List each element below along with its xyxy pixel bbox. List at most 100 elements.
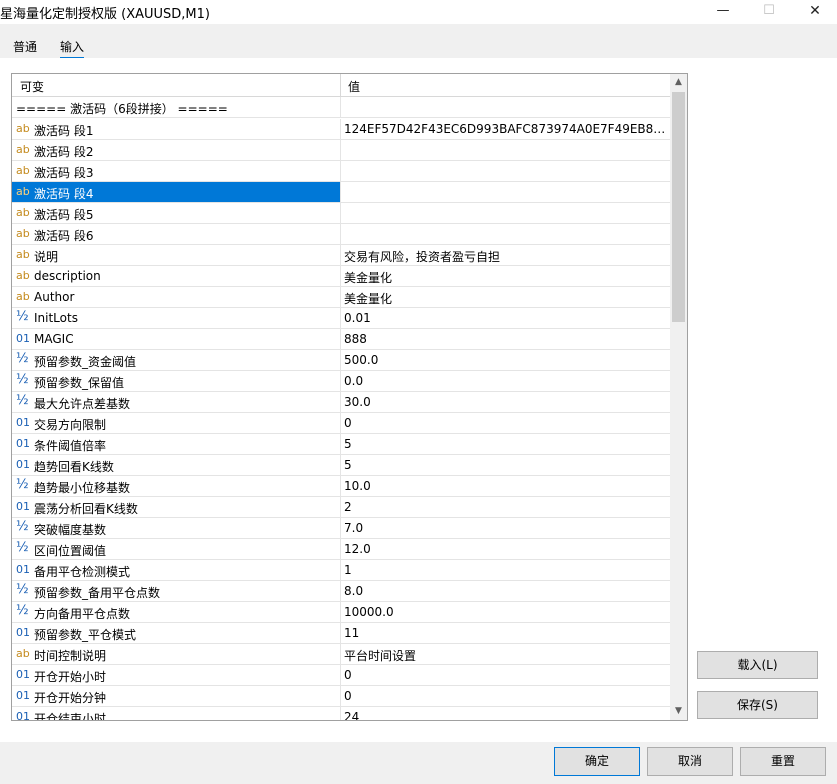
parameter-value[interactable]: 5: [344, 437, 666, 451]
parameter-value[interactable]: 美金量化: [344, 269, 666, 286]
tab-inputs[interactable]: 输入: [60, 38, 85, 59]
parameter-value[interactable]: 5: [344, 458, 666, 472]
integer-type-icon: 01: [16, 668, 30, 681]
parameter-row[interactable]: 01 震荡分析回看K线数 2: [12, 497, 670, 518]
parameter-name: 预留参数_资金阈值: [34, 355, 137, 369]
header-divider[interactable]: [340, 74, 341, 97]
load-button[interactable]: 载入(L): [697, 651, 818, 679]
parameter-row[interactable]: 01 开仓开始分钟 0: [12, 686, 670, 707]
parameter-row[interactable]: 01 备用平仓检测模式 1: [12, 560, 670, 581]
parameter-row[interactable]: ½ 区间位置阈值 12.0: [12, 539, 670, 560]
parameter-row[interactable]: 01 开仓开始小时 0: [12, 665, 670, 686]
close-icon[interactable]: ✕: [792, 0, 837, 24]
column-divider: [340, 350, 341, 371]
parameter-value[interactable]: 0: [344, 416, 666, 430]
parameter-row[interactable]: ab description 美金量化: [12, 266, 670, 287]
parameter-name: 交易方向限制: [34, 418, 107, 432]
parameter-value[interactable]: [341, 182, 670, 202]
parameter-row[interactable]: ab 说明 交易有风险，投资者盈亏自担: [12, 245, 670, 266]
parameter-value[interactable]: 0: [344, 668, 666, 682]
column-divider: [340, 245, 341, 266]
scroll-thumb[interactable]: [672, 92, 685, 322]
integer-type-icon: 01: [16, 332, 30, 345]
double-type-icon: ½: [16, 477, 29, 492]
parameter-value[interactable]: 平台时间设置: [344, 647, 666, 664]
column-divider: [340, 161, 341, 182]
string-type-icon: ab: [16, 269, 30, 282]
header-value[interactable]: 值: [348, 78, 360, 95]
parameter-value[interactable]: 0: [344, 689, 666, 703]
parameter-row[interactable]: ab 激活码 段1 124EF57D42F43EC6D993BAFC873974A0…: [12, 119, 670, 140]
parameter-value[interactable]: 7.0: [344, 521, 666, 535]
parameter-row[interactable]: 01 交易方向限制 0: [12, 413, 670, 434]
minimize-icon[interactable]: —: [700, 0, 746, 24]
parameter-row[interactable]: ab 激活码 段5: [12, 203, 670, 224]
parameter-row[interactable]: 01 开仓结束小时 24: [12, 707, 670, 720]
column-divider: [340, 686, 341, 707]
parameter-value[interactable]: 124EF57D42F43EC6D993BAFC873974A0E7F49EB8…: [344, 122, 666, 136]
cancel-button[interactable]: 取消: [647, 747, 733, 776]
parameter-row[interactable]: ½ 预留参数_资金阈值 500.0: [12, 350, 670, 371]
parameter-row[interactable]: ab 激活码 段3: [12, 161, 670, 182]
parameter-row[interactable]: ½ InitLots 0.01: [12, 308, 670, 329]
parameter-value[interactable]: 12.0: [344, 542, 666, 556]
parameter-value[interactable]: 500.0: [344, 353, 666, 367]
scroll-down-icon[interactable]: ▼: [670, 703, 687, 720]
parameter-value[interactable]: 0.0: [344, 374, 666, 388]
parameter-value[interactable]: 10.0: [344, 479, 666, 493]
reset-button[interactable]: 重置: [740, 747, 826, 776]
parameter-row[interactable]: ab 时间控制说明 平台时间设置: [12, 644, 670, 665]
double-type-icon: ½: [16, 582, 29, 597]
parameter-row[interactable]: 01 趋势回看K线数 5: [12, 455, 670, 476]
header-variable[interactable]: 可变: [20, 78, 44, 95]
parameter-row[interactable]: ab 激活码 段4: [12, 182, 670, 203]
double-type-icon: ½: [16, 540, 29, 555]
ok-button[interactable]: 确定: [554, 747, 640, 776]
grid-header: 可变 值: [12, 74, 670, 97]
parameter-name: 激活码 段2: [34, 145, 94, 159]
parameter-name: 激活码 段5: [34, 208, 94, 222]
vertical-scrollbar[interactable]: ▲ ▼: [670, 74, 687, 720]
integer-type-icon: 01: [16, 458, 30, 471]
parameter-rows: ab 激活码 段1 124EF57D42F43EC6D993BAFC873974A0…: [12, 119, 670, 720]
parameter-value[interactable]: 1: [344, 563, 666, 577]
integer-type-icon: 01: [16, 710, 30, 720]
parameter-value[interactable]: 10000.0: [344, 605, 666, 619]
parameter-row[interactable]: 01 MAGIC 888: [12, 329, 670, 350]
tab-bar: 普通 输入: [0, 34, 120, 59]
parameter-value[interactable]: 24: [344, 710, 666, 720]
parameter-row[interactable]: ½ 趋势最小位移基数 10.0: [12, 476, 670, 497]
parameters-grid: 可变 值 ===== 激活码（6段拼接） ===== ab 激活码 段1 124EF…: [11, 73, 688, 721]
section-row[interactable]: ===== 激活码（6段拼接） =====: [12, 97, 670, 118]
parameter-value[interactable]: 888: [344, 332, 666, 346]
parameter-row[interactable]: ab 激活码 段6: [12, 224, 670, 245]
parameter-row[interactable]: ab Author 美金量化: [12, 287, 670, 308]
parameter-row[interactable]: ½ 预留参数_保留值 0.0: [12, 371, 670, 392]
maximize-icon[interactable]: ☐: [746, 0, 792, 24]
parameter-value[interactable]: 8.0: [344, 584, 666, 598]
column-divider: [340, 308, 341, 329]
column-divider: [340, 119, 341, 140]
parameter-value[interactable]: 0.01: [344, 311, 666, 325]
parameter-row[interactable]: ½ 预留参数_备用平仓点数 8.0: [12, 581, 670, 602]
parameter-row[interactable]: ½ 突破幅度基数 7.0: [12, 518, 670, 539]
parameter-value[interactable]: 30.0: [344, 395, 666, 409]
parameter-value[interactable]: 交易有风险，投资者盈亏自担: [344, 248, 666, 265]
parameter-row[interactable]: 01 条件阈值倍率 5: [12, 434, 670, 455]
parameter-row[interactable]: ab 激活码 段2: [12, 140, 670, 161]
parameter-name: 开仓结束小时: [34, 712, 107, 720]
column-divider: [340, 518, 341, 539]
string-type-icon: ab: [16, 227, 30, 240]
column-divider: [340, 203, 341, 224]
tab-common[interactable]: 普通: [13, 38, 37, 55]
parameter-row[interactable]: ½ 方向备用平仓点数 10000.0: [12, 602, 670, 623]
column-divider: [340, 287, 341, 308]
parameter-value[interactable]: 美金量化: [344, 290, 666, 307]
save-button[interactable]: 保存(S): [697, 691, 818, 719]
parameter-value[interactable]: 2: [344, 500, 666, 514]
parameter-row[interactable]: 01 预留参数_平仓模式 11: [12, 623, 670, 644]
scroll-up-icon[interactable]: ▲: [670, 74, 687, 91]
parameter-value[interactable]: 11: [344, 626, 666, 640]
double-type-icon: ½: [16, 519, 29, 534]
parameter-row[interactable]: ½ 最大允许点差基数 30.0: [12, 392, 670, 413]
